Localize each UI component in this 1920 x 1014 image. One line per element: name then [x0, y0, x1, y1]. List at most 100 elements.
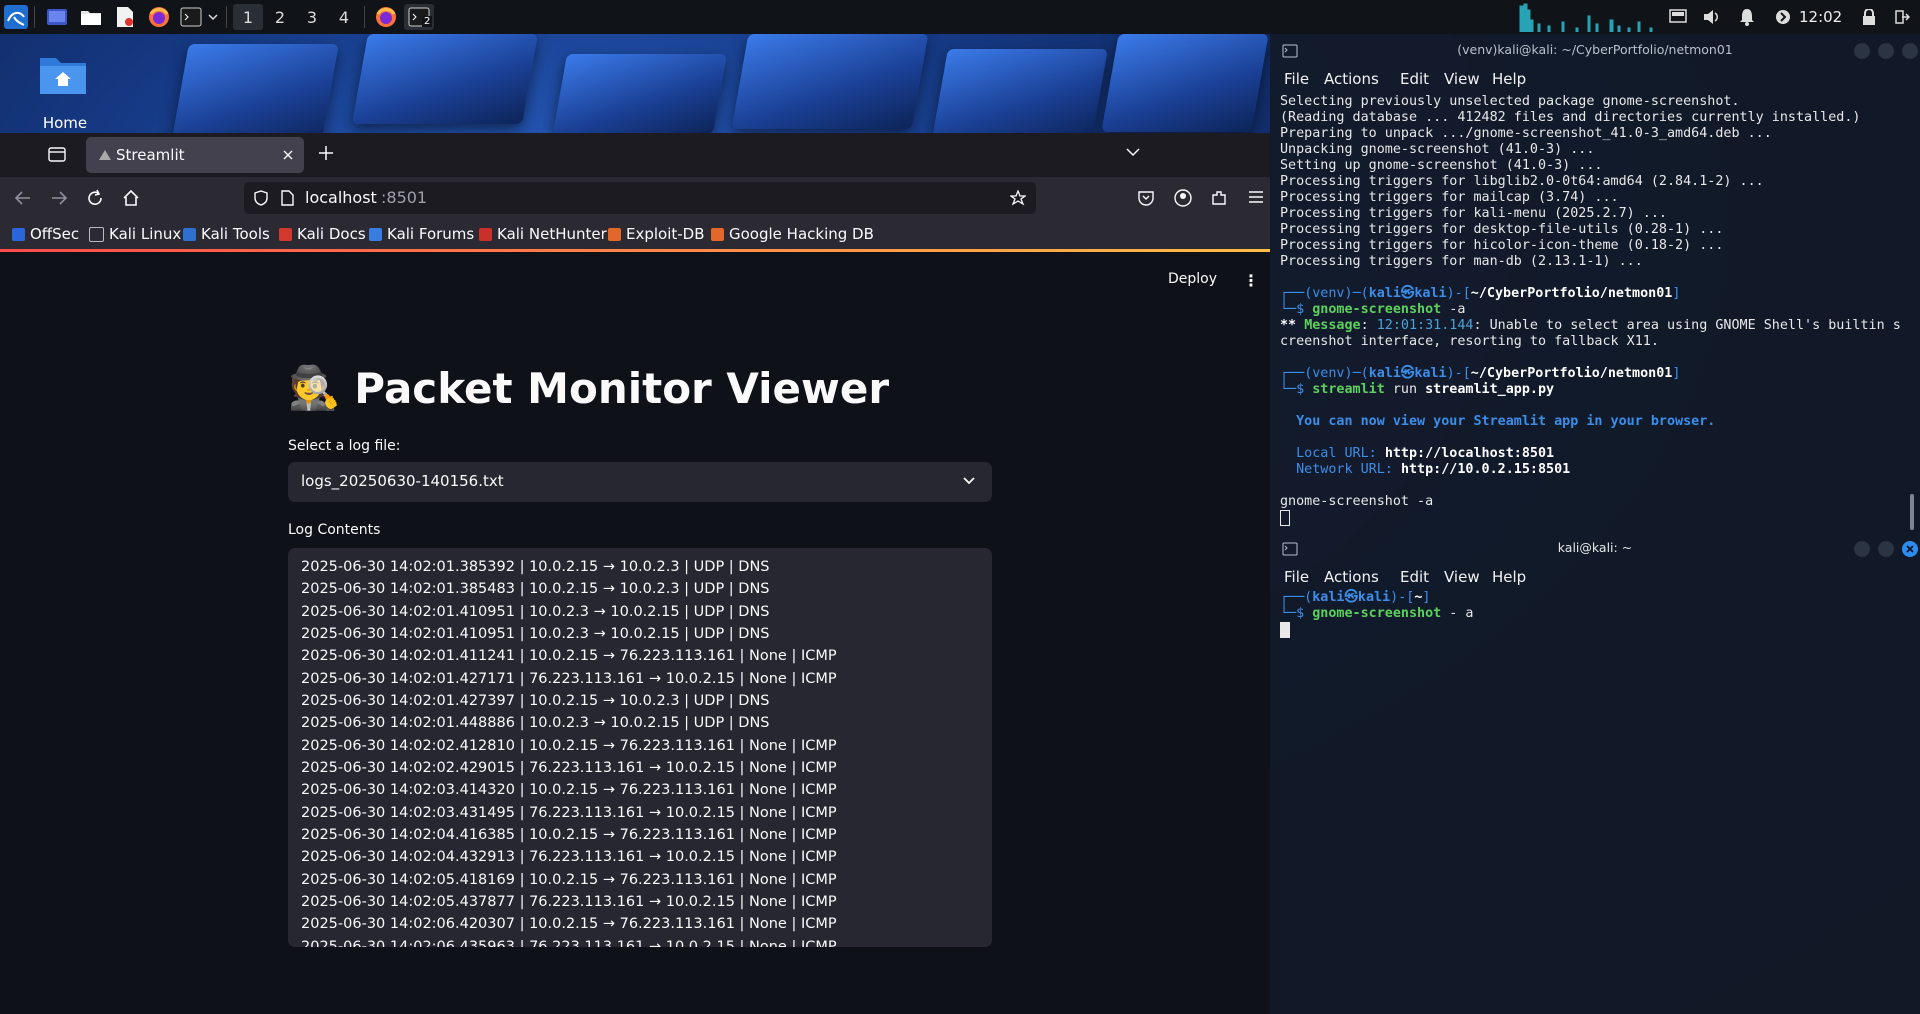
bookmark-star-icon[interactable]	[1010, 190, 1026, 206]
bookmark-label: Kali Tools	[201, 225, 270, 243]
pocket-icon[interactable]	[1138, 190, 1154, 206]
hamburger-menu-icon[interactable]	[1248, 190, 1264, 204]
reload-icon[interactable]	[86, 189, 104, 207]
notification-bell-icon[interactable]	[1735, 4, 1759, 30]
power-manager-icon[interactable]	[1771, 4, 1795, 30]
typed-input-line: gnome-screenshot -a	[1280, 494, 1434, 509]
firefox-view-icon[interactable]	[48, 145, 66, 163]
bookmark-exploit-db[interactable]: Exploit-DB	[608, 219, 705, 249]
logout-icon[interactable]	[1890, 4, 1914, 30]
terminal-window-button[interactable]: 2	[404, 4, 434, 30]
firefox-window-button[interactable]	[372, 4, 400, 30]
terminal-line: Selecting previously unselected package …	[1280, 94, 1740, 109]
back-icon[interactable]	[14, 189, 32, 207]
menu-help[interactable]: Help	[1492, 568, 1526, 586]
wallpaper-tile	[171, 44, 339, 144]
tab-streamlit[interactable]: Streamlit	[86, 137, 304, 173]
bookmark-kali-linux[interactable]: Kali Linux	[89, 219, 181, 249]
bookmark-google-hacking-db[interactable]: Google Hacking DB	[711, 219, 874, 249]
bookmark-kali-docs[interactable]: Kali Docs	[279, 219, 366, 249]
close-button[interactable]	[1902, 43, 1918, 59]
menu-actions[interactable]: Actions	[1324, 568, 1379, 586]
url-bar[interactable]: localhost:8501	[244, 182, 1036, 214]
menu-view[interactable]: View	[1444, 568, 1480, 586]
minimize-button[interactable]	[1854, 541, 1870, 557]
network-url[interactable]: http://10.0.2.15:8501	[1401, 462, 1570, 477]
shield-icon[interactable]	[254, 190, 268, 206]
message-label: Message	[1304, 318, 1361, 333]
prompt-venv: (venv)	[1304, 366, 1353, 381]
log-line: 2025-06-30 14:02:06.420307 | 10.0.2.15 →…	[301, 916, 837, 932]
prompt-line: ┌──(kali㉿kali)-[~]	[1280, 590, 1431, 605]
close-icon	[1906, 545, 1914, 553]
volume-icon[interactable]	[1700, 4, 1724, 30]
maximize-button[interactable]	[1878, 541, 1894, 557]
scrollbar-thumb[interactable]	[1910, 494, 1914, 530]
taskbar-separator	[226, 6, 227, 28]
menu-actions[interactable]: Actions	[1324, 70, 1379, 88]
wallpaper-tile	[352, 34, 538, 124]
text-editor-icon[interactable]	[112, 4, 138, 30]
menu-help[interactable]: Help	[1492, 70, 1526, 88]
account-icon[interactable]	[1174, 189, 1192, 207]
firefox-window: Streamlit localhost:8501 OffSec Kali Lin…	[0, 133, 1270, 1014]
show-desktop-icon[interactable]	[44, 4, 70, 30]
log-contents-textarea[interactable]: 2025-06-30 14:02:01.385392 | 10.0.2.15 →…	[288, 548, 992, 947]
forward-icon[interactable]	[50, 189, 68, 207]
workspace-2[interactable]: 2	[265, 4, 295, 30]
lock-screen-icon[interactable]	[1858, 4, 1880, 30]
workspace-3[interactable]: 3	[297, 4, 327, 30]
clock[interactable]: 12:02	[1799, 0, 1842, 34]
message-prefix: **	[1280, 318, 1305, 333]
kali-forums-icon	[369, 227, 382, 241]
terminal-launcher-icon[interactable]	[178, 4, 204, 30]
workspace-4[interactable]: 4	[329, 4, 359, 30]
minimize-button[interactable]	[1854, 43, 1870, 59]
wallpaper-tile	[731, 34, 929, 129]
maximize-button[interactable]	[1878, 43, 1894, 59]
command-file: streamlit_app.py	[1425, 382, 1555, 397]
bookmark-kali-tools[interactable]: Kali Tools	[183, 219, 270, 249]
chevron-down-icon	[963, 477, 975, 485]
local-url[interactable]: http://localhost:8501	[1385, 446, 1554, 461]
list-tabs-icon[interactable]	[1126, 147, 1140, 157]
streamlit-favicon-icon	[99, 150, 111, 160]
cpu-graph	[1518, 2, 1662, 32]
desktop-home-icon[interactable]: Home	[38, 52, 92, 136]
new-tab-icon[interactable]	[318, 145, 334, 161]
bookmark-kali-nethunter[interactable]: Kali NetHunter	[479, 219, 607, 249]
terminal-window-netmon: (venv)kali@kali: ~/CyberPortfolio/netmon…	[1270, 34, 1920, 532]
close-tab-icon[interactable]	[282, 149, 294, 161]
menu-file[interactable]: File	[1284, 568, 1309, 586]
file-manager-icon[interactable]	[78, 4, 104, 30]
log-line: 2025-06-30 14:02:03.431495 | 76.223.113.…	[301, 805, 837, 821]
page-info-icon[interactable]	[280, 190, 294, 206]
log-line: 2025-06-30 14:02:06.435963 | 76.223.113.…	[301, 939, 837, 947]
close-button[interactable]	[1902, 541, 1918, 557]
bookmark-offsec[interactable]: OffSec	[12, 219, 79, 249]
text-cursor	[1280, 622, 1290, 639]
log-file-select[interactable]: logs_20250630-140156.txt	[288, 462, 992, 502]
log-line: 2025-06-30 14:02:01.427171 | 76.223.113.…	[301, 671, 837, 687]
offsec-icon	[12, 227, 25, 241]
log-contents-label: Log Contents	[288, 522, 381, 538]
menu-edit[interactable]: Edit	[1400, 70, 1429, 88]
extensions-icon[interactable]	[1210, 189, 1228, 207]
chevron-down-icon[interactable]	[206, 4, 220, 30]
firefox-launcher-icon[interactable]	[146, 4, 172, 30]
ghdb-icon	[711, 227, 724, 241]
prompt-user: kali㉿kali	[1312, 590, 1391, 605]
deploy-button[interactable]: Deploy	[1168, 271, 1217, 287]
log-line: 2025-06-30 14:02:04.416385 | 10.0.2.15 →…	[301, 827, 837, 843]
main-menu-icon[interactable]: ⋮	[1243, 271, 1259, 290]
bookmark-kali-forums[interactable]: Kali Forums	[369, 219, 474, 249]
workspace-1[interactable]: 1	[233, 4, 263, 30]
menu-view[interactable]: View	[1444, 70, 1480, 88]
home-icon[interactable]	[122, 189, 140, 207]
menu-edit[interactable]: Edit	[1400, 568, 1429, 586]
prompt-line: ┌──(venv)─(kali㉿kali)-[~/CyberPortfolio/…	[1280, 286, 1681, 301]
navigation-toolbar: localhost:8501	[0, 177, 1270, 219]
display-icon[interactable]	[1666, 4, 1690, 30]
menu-file[interactable]: File	[1284, 70, 1309, 88]
kali-menu-icon[interactable]	[2, 4, 30, 30]
